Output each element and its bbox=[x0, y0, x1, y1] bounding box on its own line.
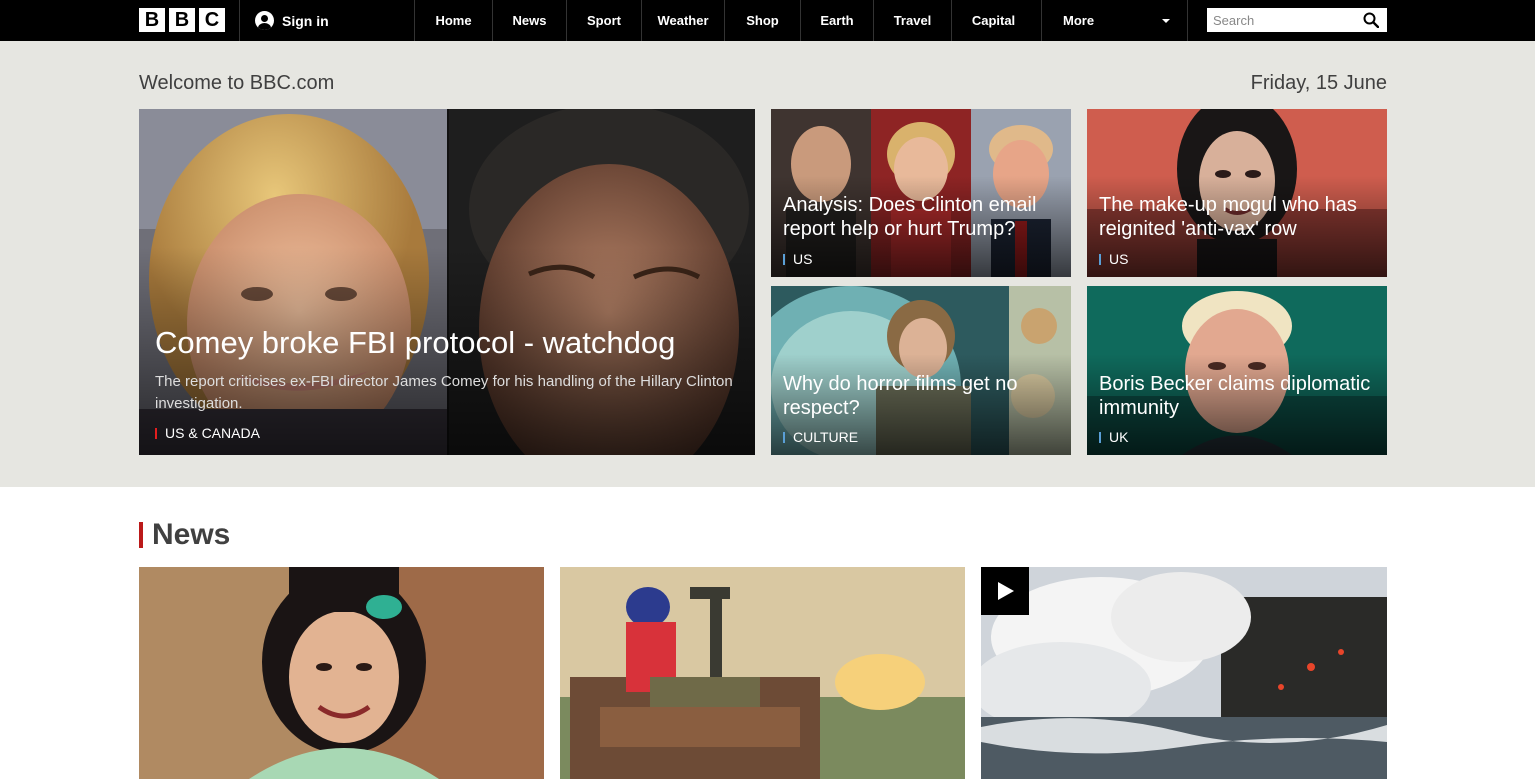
logo-letter: B bbox=[139, 8, 165, 32]
story-section-tag[interactable]: US bbox=[1099, 251, 1128, 267]
lead-story-section-tag[interactable]: US & CANADA bbox=[155, 425, 260, 441]
more-menu-button[interactable]: More bbox=[1041, 0, 1188, 41]
story-headline[interactable]: Boris Becker claims diplomatic immunity bbox=[1099, 372, 1379, 420]
lead-story-summary: The report criticises ex-FBI director Ja… bbox=[155, 373, 733, 412]
top-navigation-bar: B B C Sign in Home News Sport Weather Sh… bbox=[0, 0, 1535, 41]
news-story-image bbox=[139, 567, 544, 779]
lead-story-headline[interactable]: Comey broke FBI protocol - watchdog bbox=[155, 325, 675, 361]
lead-story-card[interactable]: Comey broke FBI protocol - watchdog The … bbox=[139, 109, 755, 455]
logo-letter: B bbox=[169, 8, 195, 32]
story-headline[interactable]: Analysis: Does Clinton email report help… bbox=[783, 193, 1063, 241]
story-card[interactable]: The make-up mogul who has reignited 'ant… bbox=[1087, 109, 1387, 277]
story-section-tag[interactable]: US bbox=[783, 251, 812, 267]
search-box bbox=[1207, 8, 1387, 32]
nav-item-capital[interactable]: Capital bbox=[951, 0, 1035, 41]
story-card[interactable]: Why do horror films get no respect? CULT… bbox=[771, 286, 1071, 455]
story-headline[interactable]: The make-up mogul who has reignited 'ant… bbox=[1099, 193, 1379, 241]
news-story-card[interactable] bbox=[560, 567, 965, 779]
welcome-heading: Welcome to BBC.com bbox=[139, 72, 335, 94]
news-video-card[interactable] bbox=[981, 567, 1387, 779]
chevron-down-icon bbox=[1162, 19, 1170, 23]
play-icon[interactable] bbox=[981, 567, 1029, 615]
nav-item-earth[interactable]: Earth bbox=[800, 0, 873, 41]
story-card[interactable]: Boris Becker claims diplomatic immunity … bbox=[1087, 286, 1387, 455]
nav-item-travel[interactable]: Travel bbox=[873, 0, 951, 41]
news-story-image bbox=[560, 567, 965, 779]
primary-nav: Home News Sport Weather Shop Earth Trave… bbox=[414, 0, 1035, 41]
sign-in-link[interactable]: Sign in bbox=[255, 0, 329, 41]
news-section-heading[interactable]: News bbox=[139, 518, 231, 551]
news-section-title: News bbox=[152, 518, 231, 551]
bbc-logo[interactable]: B B C bbox=[139, 8, 225, 32]
search-input[interactable] bbox=[1207, 8, 1357, 32]
story-section-tag[interactable]: CULTURE bbox=[783, 429, 858, 445]
story-headline[interactable]: Why do horror films get no respect? bbox=[783, 372, 1063, 420]
nav-item-sport[interactable]: Sport bbox=[566, 0, 641, 41]
nav-divider bbox=[239, 0, 240, 41]
news-story-card[interactable] bbox=[139, 567, 544, 779]
current-date: Friday, 15 June bbox=[1250, 72, 1387, 94]
nav-item-weather[interactable]: Weather bbox=[641, 0, 724, 41]
news-story-image bbox=[981, 567, 1387, 779]
nav-item-shop[interactable]: Shop bbox=[724, 0, 800, 41]
story-card[interactable]: Analysis: Does Clinton email report help… bbox=[771, 109, 1071, 277]
logo-letter: C bbox=[199, 8, 225, 32]
nav-item-news[interactable]: News bbox=[492, 0, 566, 41]
more-label: More bbox=[1063, 13, 1095, 28]
user-icon bbox=[255, 11, 274, 30]
nav-item-home[interactable]: Home bbox=[414, 0, 492, 41]
search-icon[interactable] bbox=[1363, 12, 1379, 28]
sign-in-label: Sign in bbox=[282, 12, 329, 29]
story-section-tag[interactable]: UK bbox=[1099, 429, 1128, 445]
